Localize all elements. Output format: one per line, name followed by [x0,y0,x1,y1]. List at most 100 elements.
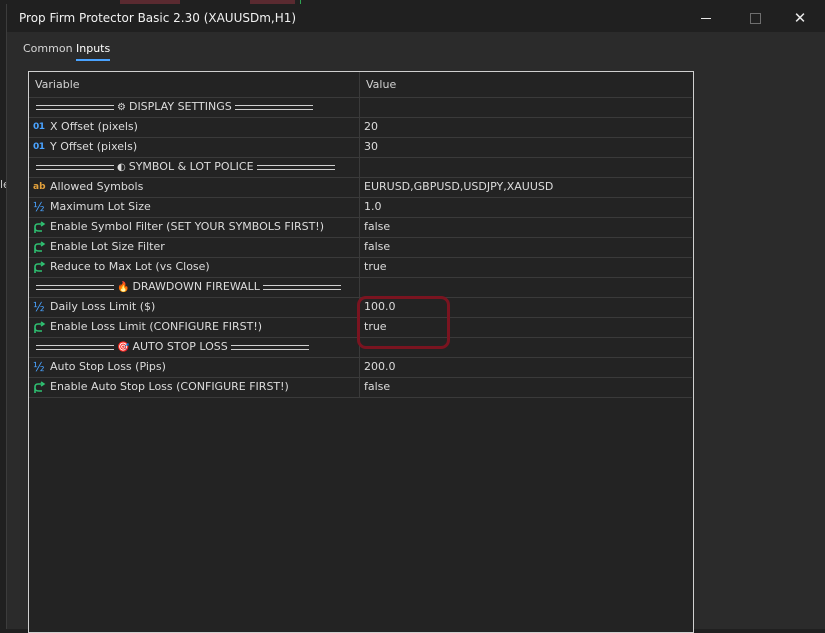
inputs-dialog: Prop Firm Protector Basic 2.30 (XAUUSDm,… [6,4,825,633]
bool-icon [33,261,47,274]
bool-icon [33,241,47,254]
variable-cell[interactable]: ½ Maximum Lot Size [29,198,360,217]
variable-cell[interactable]: ⚙ DISPLAY SETTINGS [29,98,360,117]
value-cell [360,98,692,117]
variable-header-label: Variable [35,78,80,91]
variable-cell[interactable]: Enable Auto Stop Loss (CONFIGURE FIRST!) [29,378,360,397]
separator-line [36,284,114,290]
value-column-header[interactable]: Value [360,72,692,97]
separator-line [36,164,114,170]
table-row[interactable]: ½ Maximum Lot Size 1.0 [29,198,692,218]
variable-cell[interactable]: 🎯 AUTO STOP LOSS [29,338,360,357]
separator-line [234,104,313,110]
value-text: true [364,260,387,273]
variable-cell[interactable]: 01 X Offset (pixels) [29,118,360,137]
variable-name: Allowed Symbols [50,180,144,193]
variable-cell[interactable]: Reduce to Max Lot (vs Close) [29,258,360,277]
variable-cell[interactable]: Enable Lot Size Filter [29,238,360,257]
annotation-highlight-box [357,296,450,349]
maximize-button[interactable] [733,7,777,29]
maximize-icon [749,12,761,24]
value-cell[interactable]: 20 [360,118,692,137]
variable-cell[interactable]: Enable Symbol Filter (SET YOUR SYMBOLS F… [29,218,360,237]
section-row[interactable]: ⚙ DISPLAY SETTINGS [29,98,692,118]
section-header: 🔥 DRAWDOWN FIREWALL [33,280,344,293]
title-bar[interactable]: Prop Firm Protector Basic 2.30 (XAUUSDm,… [7,4,825,32]
variable-name: Reduce to Max Lot (vs Close) [50,260,210,273]
double-icon: ½ [33,200,45,214]
variable-name: Enable Lot Size Filter [50,240,165,253]
variable-cell[interactable]: ½ Daily Loss Limit ($) [29,298,360,317]
variable-name: Enable Symbol Filter (SET YOUR SYMBOLS F… [50,220,325,233]
value-cell[interactable]: false [360,378,692,397]
minimize-button[interactable] [684,7,728,29]
table-row[interactable]: Enable Lot Size Filter false [29,238,692,258]
separator-line [262,284,341,290]
variable-name: Maximum Lot Size [50,200,151,213]
bool-icon [33,221,47,234]
separator-line [36,344,114,350]
integer-icon: 01 [33,122,45,132]
table-row[interactable]: Reduce to Max Lot (vs Close) true [29,258,692,278]
variable-name: Enable Loss Limit (CONFIGURE FIRST!) [50,320,263,333]
value-cell [360,158,692,177]
variable-cell[interactable]: 01 Y Offset (pixels) [29,138,360,157]
separator-line [256,164,335,170]
table-row[interactable]: 01 X Offset (pixels) 20 [29,118,692,138]
window-title: Prop Firm Protector Basic 2.30 (XAUUSDm,… [19,11,297,25]
variable-name: Y Offset (pixels) [50,140,138,153]
value-cell[interactable]: EURUSD,GBPUSD,USDJPY,XAUUSD [360,178,692,197]
section-row[interactable]: ◐ SYMBOL & LOT POLICE [29,158,692,178]
section-icon: ⚙ [117,102,126,113]
variable-name: Daily Loss Limit ($) [50,300,156,313]
table-row[interactable]: Enable Auto Stop Loss (CONFIGURE FIRST!)… [29,378,692,398]
value-text: 1.0 [364,200,382,213]
value-text: 30 [364,140,378,153]
value-cell[interactable]: 1.0 [360,198,692,217]
value-cell[interactable]: 200.0 [360,358,692,377]
value-text: false [364,220,391,233]
section-icon: 🔥 [117,282,130,293]
table-row[interactable]: ½ Auto Stop Loss (Pips) 200.0 [29,358,692,378]
variable-cell[interactable]: ab Allowed Symbols [29,178,360,197]
value-cell[interactable]: false [360,238,692,257]
table-row[interactable]: Enable Symbol Filter (SET YOUR SYMBOLS F… [29,218,692,238]
value-text: false [364,240,391,253]
variable-name: Auto Stop Loss (Pips) [50,360,166,373]
variable-name: Enable Auto Stop Loss (CONFIGURE FIRST!) [50,380,289,393]
value-cell[interactable]: false [360,218,692,237]
value-text: 20 [364,120,378,133]
bool-icon [33,321,47,334]
integer-icon: 01 [33,142,45,152]
string-icon: ab [33,182,46,192]
section-header: ◐ SYMBOL & LOT POLICE [33,160,338,173]
close-icon: ✕ [793,9,807,27]
table-row[interactable]: ab Allowed Symbols EURUSD,GBPUSD,USDJPY,XA… [29,178,692,198]
section-icon: 🎯 [117,342,130,353]
variable-column-header[interactable]: Variable [29,72,360,97]
inputs-grid: Variable Value ⚙ DISPLAY SETTINGS 01 X Offs… [28,71,694,633]
table-row[interactable]: 01 Y Offset (pixels) 30 [29,138,692,158]
section-label: AUTO STOP LOSS [132,340,228,353]
section-label: DISPLAY SETTINGS [128,100,232,113]
separator-line [36,104,114,110]
variable-cell[interactable]: ½ Auto Stop Loss (Pips) [29,358,360,377]
double-icon: ½ [33,360,45,374]
bool-icon [33,381,47,394]
close-button[interactable]: ✕ [778,7,822,29]
value-header-label: Value [366,78,397,91]
section-header: 🎯 AUTO STOP LOSS [33,340,312,353]
value-cell[interactable]: true [360,258,692,277]
tab-inputs[interactable]: Inputs [76,42,111,61]
variable-cell[interactable]: 🔥 DRAWDOWN FIREWALL [29,278,360,297]
variable-cell[interactable]: Enable Loss Limit (CONFIGURE FIRST!) [29,318,360,337]
value-text: 200.0 [364,360,396,373]
separator-line [230,344,309,350]
variable-cell[interactable]: ◐ SYMBOL & LOT POLICE [29,158,360,177]
tab-common[interactable]: Common [23,42,73,55]
double-icon: ½ [33,300,45,314]
section-icon: ◐ [117,162,126,173]
value-cell[interactable]: 30 [360,138,692,157]
section-row[interactable]: 🔥 DRAWDOWN FIREWALL [29,278,692,298]
value-text: EURUSD,GBPUSD,USDJPY,XAUUSD [364,180,554,193]
